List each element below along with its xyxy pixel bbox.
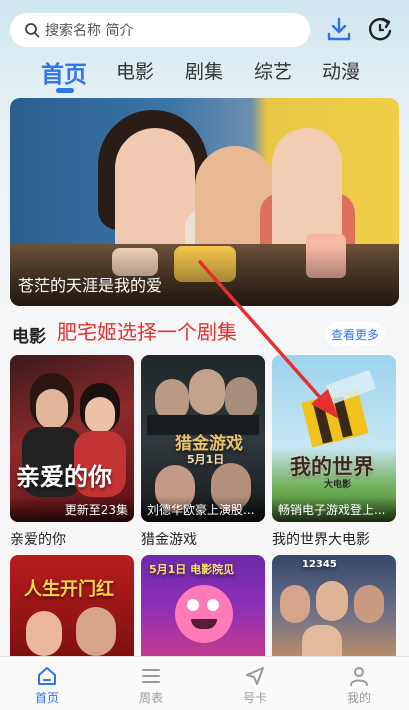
nav-label: 我的 <box>346 691 371 705</box>
tab-anime[interactable]: 动漫 <box>322 57 360 84</box>
history-icon[interactable] <box>366 15 394 43</box>
search-placeholder: 搜索名称 简介 <box>45 23 134 39</box>
poster-caption: 畅销电子游戏登上... <box>272 496 396 522</box>
poster-title: 亲爱的你 <box>16 462 112 491</box>
poster-figure <box>354 585 384 623</box>
view-more-button[interactable]: 查看更多 <box>325 322 385 346</box>
poster: 猎金游戏 5月1日 刘德华欧豪上演股... <box>141 355 265 522</box>
annotation-text: 肥宅姬选择一个剧集 <box>57 320 237 344</box>
poster-caption: 刘德华欧豪上演股... <box>141 496 265 522</box>
download-icon[interactable] <box>325 15 353 43</box>
poster: 我的世界 大电影 畅销电子游戏登上... <box>272 355 396 522</box>
search-bar[interactable]: 搜索名称 简介 <box>10 13 310 47</box>
bottom-nav: 首页 周表 号卡 我的 <box>0 656 409 710</box>
movie-card[interactable]: 人生开门红 <box>10 555 134 656</box>
poster-figure <box>302 625 342 656</box>
poster-figure <box>26 611 62 656</box>
poster-title: 12345 <box>302 559 337 570</box>
poster-figure <box>316 581 348 621</box>
card-title: 猎金游戏 <box>141 532 197 548</box>
poster-character <box>187 599 199 611</box>
nav-label: 号卡 <box>242 691 267 705</box>
movie-card[interactable]: 5月1日 电影院见 <box>141 555 265 656</box>
poster: 12345 <box>272 555 396 656</box>
search-icon <box>25 23 40 38</box>
poster-figure <box>189 369 225 415</box>
nav-profile[interactable]: 我的 <box>329 665 389 706</box>
tab-series[interactable]: 剧集 <box>185 57 223 84</box>
banner-title: 苍茫的天涯是我的爱 <box>18 276 163 295</box>
nav-schedule[interactable]: 周表 <box>121 665 181 706</box>
tab-home[interactable]: 首页 <box>41 55 87 89</box>
poster-caption: 更新至23集 <box>10 496 134 522</box>
send-icon <box>246 667 264 685</box>
poster-date: 5月1日 <box>187 453 225 466</box>
user-icon <box>350 667 368 686</box>
tab-variety[interactable]: 综艺 <box>254 57 292 84</box>
list-icon <box>142 669 160 683</box>
nav-label: 周表 <box>138 691 163 705</box>
movie-card[interactable]: 猎金游戏 5月1日 刘德华欧豪上演股... 猎金游戏 <box>141 355 265 549</box>
home-icon <box>38 667 56 685</box>
category-tabs: 首页 电影 剧集 综艺 动漫 <box>0 55 409 95</box>
poster-figure <box>280 585 310 623</box>
poster-character <box>207 599 219 611</box>
poster-character <box>175 585 233 643</box>
movie-card[interactable]: 亲爱的你 更新至23集 亲爱的你 <box>10 355 134 549</box>
tab-indicator <box>56 88 74 93</box>
section-title: 电影 <box>12 327 46 347</box>
poster: 5月1日 电影院见 <box>141 555 265 656</box>
card-title: 亲爱的你 <box>10 532 66 548</box>
tab-movies[interactable]: 电影 <box>116 57 154 84</box>
nav-home[interactable]: 首页 <box>17 665 77 706</box>
featured-banner[interactable]: 苍茫的天涯是我的爱 <box>10 98 399 306</box>
movie-card[interactable]: 12345 <box>272 555 396 656</box>
movie-card[interactable]: 我的世界 大电影 畅销电子游戏登上... 我的世界大电影 <box>272 355 396 549</box>
poster-figure <box>225 377 257 419</box>
poster-subtitle: 大电影 <box>324 480 352 490</box>
poster-title: 5月1日 电影院见 <box>149 563 235 576</box>
poster: 人生开门红 <box>10 555 134 656</box>
poster-title: 人生开门红 <box>24 579 114 600</box>
poster: 亲爱的你 更新至23集 <box>10 355 134 522</box>
nav-card[interactable]: 号卡 <box>225 665 285 706</box>
card-title: 我的世界大电影 <box>272 532 370 548</box>
poster-figure <box>85 397 115 433</box>
poster-figure <box>36 389 68 429</box>
poster-figure <box>76 607 116 656</box>
nav-label: 首页 <box>34 691 59 705</box>
